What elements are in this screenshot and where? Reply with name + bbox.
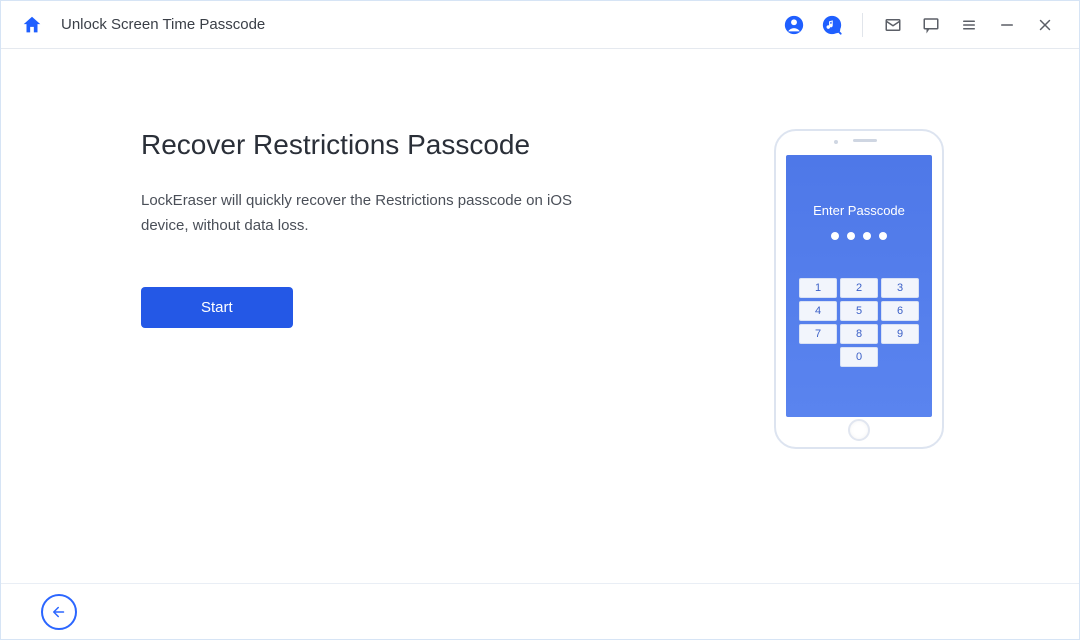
home-icon[interactable]	[21, 14, 43, 36]
keypad-key: 4	[799, 301, 837, 321]
titlebar-separator	[862, 13, 863, 37]
keypad-key: 7	[799, 324, 837, 344]
phone-home-button	[848, 419, 870, 441]
page-title: Unlock Screen Time Passcode	[61, 16, 265, 33]
keypad-key: 9	[881, 324, 919, 344]
keypad-key: 8	[840, 324, 878, 344]
menu-icon[interactable]	[955, 11, 983, 39]
phone-screen-text: Enter Passcode	[813, 203, 905, 218]
minimize-button[interactable]	[993, 11, 1021, 39]
keypad-key: 3	[881, 278, 919, 298]
keypad-key: 5	[840, 301, 878, 321]
phone-screen: Enter Passcode 1 2 3 4 5	[786, 155, 932, 417]
main-content: Recover Restrictions Passcode LockEraser…	[1, 49, 1079, 583]
passcode-dot	[831, 232, 839, 240]
passcode-dot	[863, 232, 871, 240]
keypad-key: 0	[840, 347, 878, 367]
keypad: 1 2 3 4 5 6 7 8 9 0	[799, 278, 919, 367]
phone-frame: Enter Passcode 1 2 3 4 5	[774, 129, 944, 449]
keypad-key: 1	[799, 278, 837, 298]
mail-icon[interactable]	[879, 11, 907, 39]
phone-camera-dot	[834, 140, 838, 144]
close-button[interactable]	[1031, 11, 1059, 39]
passcode-dots	[831, 232, 887, 240]
heading: Recover Restrictions Passcode	[141, 129, 719, 161]
titlebar-right	[780, 11, 1059, 39]
content-left: Recover Restrictions Passcode LockEraser…	[141, 129, 719, 583]
account-icon[interactable]	[780, 11, 808, 39]
feedback-icon[interactable]	[917, 11, 945, 39]
start-button[interactable]: Start	[141, 287, 293, 328]
description: LockEraser will quickly recover the Rest…	[141, 189, 581, 239]
music-search-icon[interactable]	[818, 11, 846, 39]
passcode-dot	[847, 232, 855, 240]
back-button[interactable]	[41, 594, 77, 630]
phone-illustration: Enter Passcode 1 2 3 4 5	[719, 129, 999, 583]
keypad-key: 2	[840, 278, 878, 298]
phone-speaker	[853, 139, 877, 142]
bottom-bar	[1, 583, 1079, 639]
top-bar: Unlock Screen Time Passcode	[1, 1, 1079, 49]
passcode-dot	[879, 232, 887, 240]
keypad-key: 6	[881, 301, 919, 321]
